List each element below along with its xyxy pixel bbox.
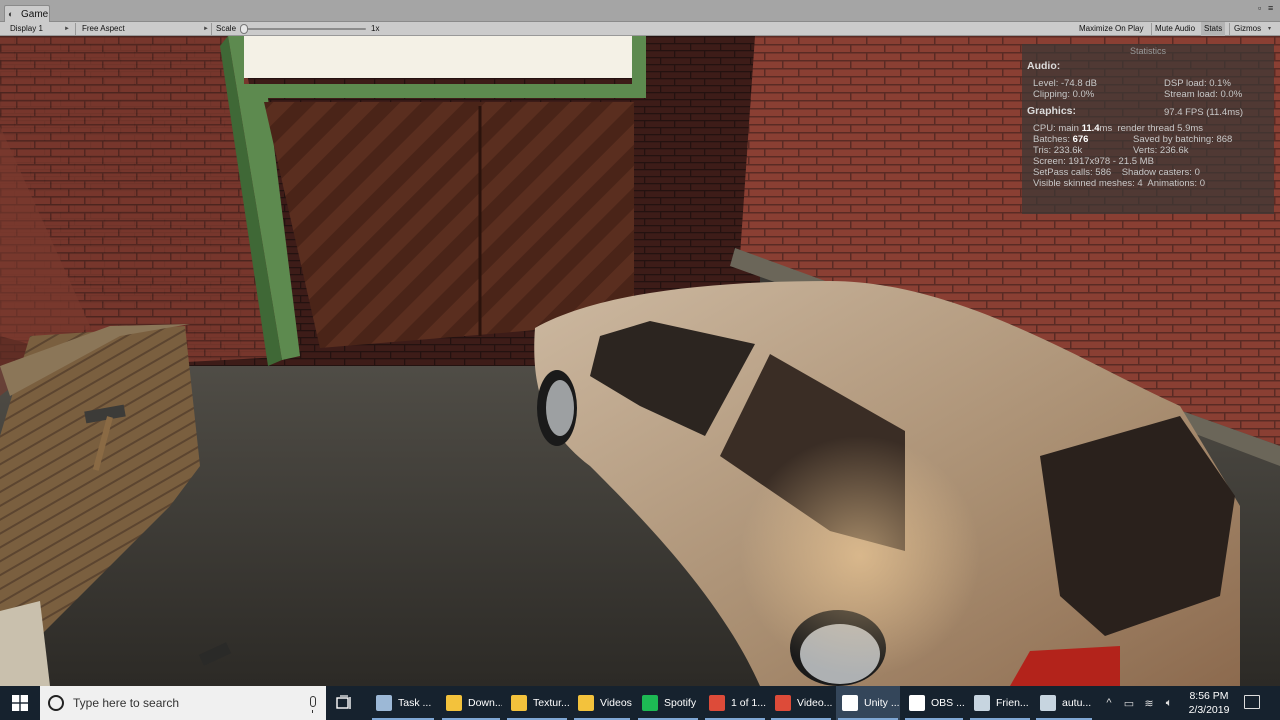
steam-icon: [974, 695, 990, 711]
battery-icon[interactable]: ▭: [1120, 686, 1138, 720]
clock-date: 2/3/2019: [1188, 704, 1230, 716]
chrome-icon: [709, 695, 725, 711]
aspect-dropdown-arrow-icon: ►: [203, 26, 209, 32]
maximize-on-play-button[interactable]: Maximize On Play: [1076, 22, 1146, 36]
microphone-icon[interactable]: [310, 696, 316, 713]
task-manager-icon: [376, 695, 392, 711]
audio-stream-load: Stream load: 0.0%: [1164, 89, 1243, 100]
search-placeholder: Type here to search: [73, 696, 180, 710]
taskbar-app-label: autu...: [1062, 697, 1092, 709]
action-center-icon[interactable]: [1244, 695, 1260, 709]
gizmos-button[interactable]: Gizmos: [1231, 22, 1264, 36]
batches-readout: Batches: 676: [1033, 134, 1089, 146]
cpu-readout: CPU: main 11.4ms render thread 5.9ms: [1033, 123, 1204, 135]
taskbar-app-button[interactable]: 1 of 1...: [703, 686, 767, 720]
audio-clipping: Clipping: 0.0%: [1033, 89, 1095, 100]
taskbar-app-label: Textur...: [533, 697, 569, 709]
folder-icon: [446, 695, 462, 711]
scale-slider-track[interactable]: [242, 28, 366, 30]
taskbar-app-button[interactable]: Textur...: [505, 686, 569, 720]
toolbar-divider: [75, 23, 76, 35]
cortana-icon: [48, 695, 64, 711]
taskbar-app-label: Task ...: [398, 697, 432, 709]
skinned-readout: Visible skinned meshes: 4 Animations: 0: [1033, 178, 1205, 189]
taskbar-app-label: Video...: [797, 697, 833, 709]
game-view-icon: ◐: [8, 9, 14, 19]
volume-icon[interactable]: 🔈︎: [1160, 686, 1178, 720]
taskbar-app-label: Unity ...: [864, 697, 900, 709]
windows-taskbar: Type here to search Task ... Down... Textu…: [0, 686, 1280, 720]
scale-slider-handle[interactable]: [240, 24, 248, 34]
chrome-icon: [775, 695, 791, 711]
taskbar-app-button[interactable]: autu...: [1034, 686, 1094, 720]
taskbar-search-box[interactable]: Type here to search: [40, 686, 326, 720]
obs-icon: [909, 695, 925, 711]
taskbar-app-label: 1 of 1...: [731, 697, 767, 709]
maximize-panel-icon[interactable]: ▫: [1258, 4, 1261, 13]
cpu-main-value: 11.4: [1081, 123, 1100, 134]
cpu-render-thread: ms render thread 5.9ms: [1099, 123, 1204, 134]
folder-icon: [511, 695, 527, 711]
windows-logo-icon: [12, 695, 28, 711]
audio-dsp-load: DSP load: 0.1%: [1164, 78, 1231, 89]
game-tab[interactable]: ◐ Game: [4, 5, 50, 22]
screen-readout: Screen: 1917x978 - 21.5 MB: [1033, 156, 1154, 167]
taskbar-app-button[interactable]: OBS ...: [903, 686, 965, 720]
gizmos-dropdown-arrow-icon[interactable]: ▾: [1268, 22, 1271, 36]
audio-level: Level: -74.8 dB: [1033, 78, 1097, 89]
folder-icon: [578, 695, 594, 711]
stats-button[interactable]: Stats: [1201, 22, 1226, 36]
setpass-readout: SetPass calls: 586 Shadow casters: 0: [1033, 167, 1200, 178]
game-toolbar: Display 1 ► Free Aspect ► Scale 1x Maxim…: [0, 22, 1280, 36]
system-clock[interactable]: 8:56 PM 2/3/2019: [1180, 689, 1238, 717]
graphics-heading: Graphics:: [1027, 105, 1077, 117]
tris-readout: Tris: 233.6k: [1033, 145, 1083, 156]
mute-audio-button[interactable]: Mute Audio: [1152, 22, 1198, 36]
batches-label: Batches:: [1033, 134, 1073, 145]
clock-time: 8:56 PM: [1189, 690, 1229, 702]
taskbar-app-button[interactable]: Videos: [572, 686, 632, 720]
task-view-icon[interactable]: [336, 695, 354, 711]
display-dropdown-arrow-icon: ►: [64, 26, 70, 32]
statistics-title: Statistics: [1129, 46, 1166, 56]
spotify-icon: [642, 695, 658, 711]
taskbar-app-button[interactable]: Unity ...: [836, 686, 900, 720]
saved-by-batching: Saved by batching: 868: [1133, 134, 1233, 145]
taskbar-app-button[interactable]: Spotify: [636, 686, 700, 720]
taskbar-app-label: Frien...: [996, 697, 1029, 709]
game-tab-label: Game: [21, 8, 49, 20]
taskbar-app-button[interactable]: Video...: [769, 686, 833, 720]
toolbar-divider: [1229, 23, 1230, 35]
taskbar-app-button[interactable]: Task ...: [370, 686, 436, 720]
unity-icon: [842, 695, 858, 711]
batches-value: 676: [1072, 134, 1089, 145]
panel-menu-icon[interactable]: ≡: [1268, 4, 1273, 13]
scale-label: Scale: [216, 24, 237, 33]
taskbar-app-label: OBS ...: [931, 697, 965, 709]
tray-overflow-chevron-icon[interactable]: ^: [1100, 686, 1118, 720]
display-dropdown[interactable]: Display 1: [10, 22, 43, 36]
taskbar-app-button[interactable]: Down...: [440, 686, 502, 720]
fps-readout: 97.4 FPS (11.4ms): [1164, 107, 1244, 118]
steam-icon: [1040, 695, 1056, 711]
statistics-panel: Statistics Audio: Level: -74.8 dB Clippi…: [1022, 44, 1274, 214]
cpu-label: CPU: main: [1033, 123, 1082, 134]
taskbar-app-label: Down...: [468, 697, 502, 709]
toolbar-divider: [211, 23, 212, 35]
scale-value: 1x: [371, 24, 380, 33]
wifi-icon[interactable]: ≋: [1140, 686, 1158, 720]
taskbar-app-label: Spotify: [664, 697, 697, 709]
taskbar-app-label: Videos: [600, 697, 632, 709]
aspect-dropdown[interactable]: Free Aspect: [82, 22, 125, 36]
verts-readout: Verts: 236.6k: [1133, 145, 1189, 156]
start-button[interactable]: [0, 686, 40, 720]
taskbar-app-button[interactable]: Frien...: [968, 686, 1032, 720]
audio-heading: Audio:: [1027, 60, 1061, 72]
editor-tab-bar: ◐ Game ▫ ≡: [0, 0, 1280, 22]
